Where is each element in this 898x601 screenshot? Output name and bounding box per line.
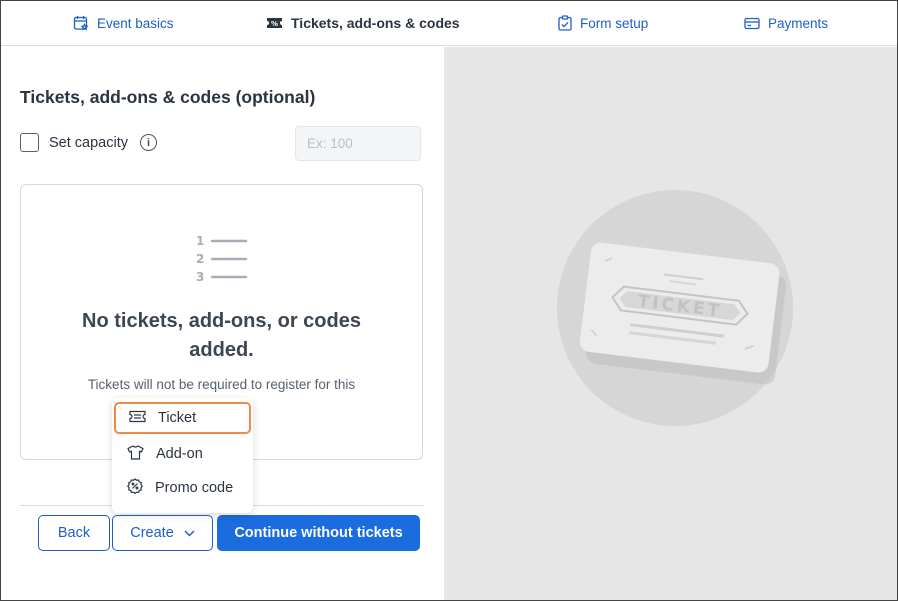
tshirt-icon: [127, 444, 144, 464]
clipboard-check-icon: [558, 15, 572, 31]
section-title: Tickets, add-ons & codes (optional): [20, 87, 316, 107]
tab-label: Event basics: [97, 15, 174, 31]
svg-text:%: %: [271, 20, 278, 28]
capacity-input[interactable]: [295, 126, 421, 161]
continue-without-tickets-button[interactable]: Continue without tickets: [217, 515, 420, 551]
menu-item-promo-code[interactable]: Promo code: [114, 472, 251, 504]
calendar-star-icon: [73, 15, 89, 31]
capacity-label: Set capacity: [49, 134, 128, 151]
tab-event-basics[interactable]: Event basics: [73, 1, 174, 45]
ticket-illustration: TICKET: [555, 190, 795, 435]
tab-payments[interactable]: Payments: [744, 1, 828, 45]
empty-state-subtitle: Tickets will not be required to register…: [87, 377, 356, 392]
menu-item-label: Ticket: [158, 410, 197, 426]
menu-item-ticket[interactable]: Ticket: [114, 402, 251, 434]
tab-label: Form setup: [580, 15, 649, 31]
tab-form-setup[interactable]: Form setup: [558, 1, 648, 45]
capacity-row: Set capacity i: [20, 133, 157, 152]
credit-card-icon: [744, 17, 760, 30]
chevron-down-icon: [184, 525, 195, 541]
list-number: 3: [196, 270, 204, 284]
ticket-icon: %: [266, 16, 283, 30]
create-menu: Ticket Add-on Promo code: [112, 398, 253, 513]
ticket-icon: [129, 410, 146, 427]
menu-item-label: Add-on: [156, 446, 203, 462]
menu-item-add-on[interactable]: Add-on: [114, 438, 251, 470]
wizard-steps-bar: Event basics % Tickets, add-ons & codes …: [1, 1, 897, 46]
numbered-list-icon: 1 2 3: [196, 234, 250, 290]
tab-label: Tickets, add-ons & codes: [291, 15, 460, 31]
tickets-panel: Tickets, add-ons & codes (optional) Set …: [1, 47, 444, 600]
create-dropdown-button[interactable]: Create: [112, 515, 213, 551]
back-button[interactable]: Back: [38, 515, 110, 551]
percent-badge-icon: [127, 478, 143, 498]
tab-label: Payments: [768, 15, 829, 31]
list-number: 2: [196, 252, 204, 266]
capacity-checkbox[interactable]: [20, 133, 39, 152]
info-icon[interactable]: i: [140, 134, 157, 151]
preview-panel: TICKET: [444, 47, 897, 600]
create-label: Create: [130, 525, 174, 541]
tab-tickets-addons-codes[interactable]: % Tickets, add-ons & codes: [266, 1, 460, 45]
list-number: 1: [196, 235, 204, 248]
empty-state-title: No tickets, add-ons, or codes added.: [82, 310, 361, 361]
menu-item-label: Promo code: [155, 480, 234, 496]
